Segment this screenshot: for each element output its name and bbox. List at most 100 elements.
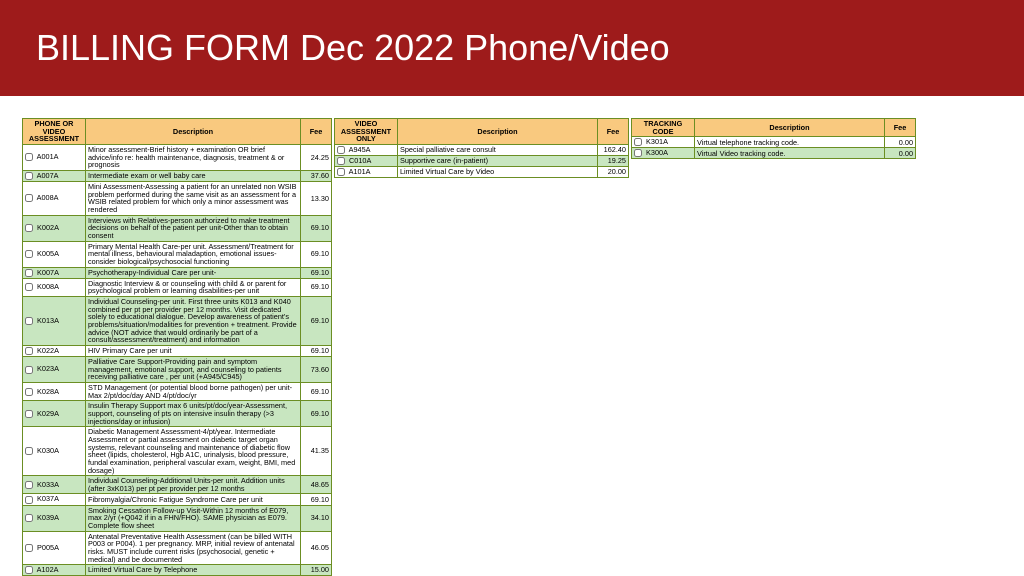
row-checkbox[interactable] bbox=[25, 514, 33, 522]
row-checkbox[interactable] bbox=[25, 496, 33, 504]
code-label: K022A bbox=[35, 346, 59, 355]
code-label: K037A bbox=[35, 494, 59, 503]
table-row: K013AIndividual Counseling-per unit. Fir… bbox=[23, 296, 332, 345]
description-cell: Individual Counseling-Additional Units-p… bbox=[86, 476, 301, 494]
table-row: K007A Psychotherapy-Individual Care per u… bbox=[23, 267, 332, 278]
table-row: A945ASpecial palliative care consult162.… bbox=[335, 144, 629, 155]
row-checkbox[interactable] bbox=[25, 172, 33, 180]
row-checkbox[interactable] bbox=[25, 481, 33, 489]
code-label: K023A bbox=[35, 364, 59, 373]
row-checkbox[interactable] bbox=[634, 138, 642, 146]
fee-cell: 0.00 bbox=[885, 148, 916, 159]
code-cell: K301A bbox=[632, 137, 695, 148]
row-checkbox[interactable] bbox=[634, 149, 642, 157]
fee-cell: 69.10 bbox=[301, 382, 332, 400]
description-cell: Fibromyalgia/Chronic Fatigue Syndrome Ca… bbox=[86, 494, 301, 505]
column-header: VIDEO ASSESSMENT ONLY bbox=[335, 119, 398, 145]
code-cell: A102A bbox=[23, 565, 86, 576]
fee-cell: 69.10 bbox=[301, 215, 332, 241]
fee-cell: 73.60 bbox=[301, 356, 332, 382]
column-header: Fee bbox=[885, 119, 916, 137]
table-row: K030A Diabetic Management Assessment-4/pt… bbox=[23, 427, 332, 476]
table-row: A008AMini Assessment-Assessing a patient… bbox=[23, 182, 332, 216]
row-checkbox[interactable] bbox=[25, 410, 33, 418]
fee-cell: 34.10 bbox=[301, 505, 332, 531]
column-header: Description bbox=[398, 119, 598, 145]
row-checkbox[interactable] bbox=[25, 544, 33, 552]
code-cell: C010A bbox=[335, 156, 398, 167]
code-label: K007A bbox=[35, 268, 59, 277]
row-checkbox[interactable] bbox=[25, 317, 33, 325]
code-label: K013A bbox=[35, 316, 59, 325]
description-cell: Diabetic Management Assessment-4/pt/year… bbox=[86, 427, 301, 476]
row-checkbox[interactable] bbox=[25, 224, 33, 232]
fee-cell: 69.10 bbox=[301, 345, 332, 356]
code-cell: K013A bbox=[23, 296, 86, 345]
row-checkbox[interactable] bbox=[25, 250, 33, 258]
code-label: K301A bbox=[644, 137, 668, 146]
code-cell: P005A bbox=[23, 531, 86, 565]
code-label: A007A bbox=[35, 171, 59, 180]
description-cell: Diagnostic Interview & or counseling wit… bbox=[86, 278, 301, 296]
code-cell: K005A bbox=[23, 241, 86, 267]
row-checkbox[interactable] bbox=[25, 447, 33, 455]
code-cell: K002A bbox=[23, 215, 86, 241]
code-label: K300A bbox=[644, 148, 668, 157]
row-checkbox[interactable] bbox=[25, 566, 33, 574]
code-cell: K022A bbox=[23, 345, 86, 356]
row-checkbox[interactable] bbox=[337, 146, 345, 154]
row-checkbox[interactable] bbox=[25, 347, 33, 355]
fee-cell: 0.00 bbox=[885, 137, 916, 148]
row-checkbox[interactable] bbox=[25, 269, 33, 277]
code-label: K030A bbox=[35, 446, 59, 455]
code-label: K033A bbox=[35, 480, 59, 489]
row-checkbox[interactable] bbox=[25, 194, 33, 202]
fee-cell: 24.25 bbox=[301, 144, 332, 170]
fee-cell: 15.00 bbox=[301, 565, 332, 576]
code-cell: K033A bbox=[23, 476, 86, 494]
description-cell: Insulin Therapy Support max 6 units/pt/d… bbox=[86, 401, 301, 427]
column-header: PHONE OR VIDEO ASSESSMENT bbox=[23, 119, 86, 145]
description-cell: Minor assessment-Brief history + examina… bbox=[86, 144, 301, 170]
phone-or-video-table: PHONE OR VIDEO ASSESSMENTDescriptionFee … bbox=[22, 118, 332, 576]
row-checkbox[interactable] bbox=[337, 157, 345, 165]
table-row: K301A Virtual telephone tracking code.0.0… bbox=[632, 137, 916, 148]
row-checkbox[interactable] bbox=[337, 168, 345, 176]
column-header: Description bbox=[695, 119, 885, 137]
fee-cell: 69.10 bbox=[301, 401, 332, 427]
fee-cell: 19.25 bbox=[598, 156, 629, 167]
column-header: TRACKING CODE bbox=[632, 119, 695, 137]
code-label: K028A bbox=[35, 387, 59, 396]
table-row: K022A HIV Primary Care per unit69.10 bbox=[23, 345, 332, 356]
code-cell: K029A bbox=[23, 401, 86, 427]
description-cell: HIV Primary Care per unit bbox=[86, 345, 301, 356]
code-cell: A101A bbox=[335, 167, 398, 178]
description-cell: Interviews with Relatives-person authori… bbox=[86, 215, 301, 241]
row-checkbox[interactable] bbox=[25, 366, 33, 374]
fee-cell: 69.10 bbox=[301, 494, 332, 505]
description-cell: Limited Virtual Care by Video bbox=[398, 167, 598, 178]
row-checkbox[interactable] bbox=[25, 283, 33, 291]
table-row: K300AVirtual Video tracking code.0.00 bbox=[632, 148, 916, 159]
table-row: A101ALimited Virtual Care by Video20.00 bbox=[335, 167, 629, 178]
description-cell: STD Management (or potential blood borne… bbox=[86, 382, 301, 400]
code-cell: K007A bbox=[23, 267, 86, 278]
description-cell: Limited Virtual Care by Telephone bbox=[86, 565, 301, 576]
row-checkbox[interactable] bbox=[25, 153, 33, 161]
fee-cell: 20.00 bbox=[598, 167, 629, 178]
code-label: A945A bbox=[347, 145, 371, 154]
code-cell: K023A bbox=[23, 356, 86, 382]
column-header: Description bbox=[86, 119, 301, 145]
code-cell: K037A bbox=[23, 494, 86, 505]
code-label: C010A bbox=[347, 156, 371, 165]
tracking-code-table: TRACKING CODEDescriptionFee K301A Virtual… bbox=[631, 118, 916, 159]
fee-cell: 69.10 bbox=[301, 278, 332, 296]
code-label: K008A bbox=[35, 282, 59, 291]
code-label: K005A bbox=[35, 249, 59, 258]
video-only-table: VIDEO ASSESSMENT ONLYDescriptionFee A945… bbox=[334, 118, 629, 178]
description-cell: Virtual telephone tracking code. bbox=[695, 137, 885, 148]
code-cell: K030A bbox=[23, 427, 86, 476]
row-checkbox[interactable] bbox=[25, 388, 33, 396]
description-cell: Intermediate exam or well baby care bbox=[86, 170, 301, 181]
description-cell: Psychotherapy-Individual Care per unit- bbox=[86, 267, 301, 278]
